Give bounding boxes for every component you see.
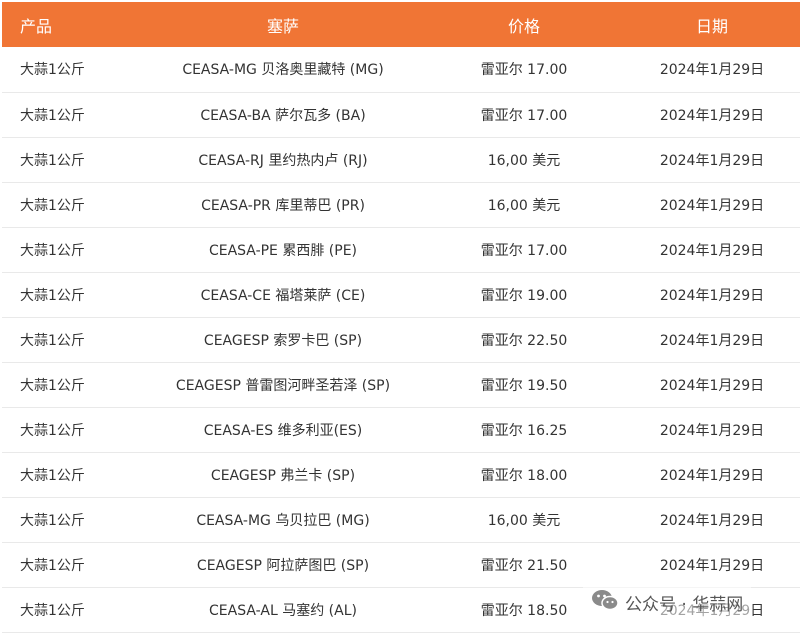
cell-date: 2024年1月29日 — [659, 287, 765, 304]
cell-product: 大蒜1公斤 — [20, 602, 85, 619]
cell-product: 大蒜1公斤 — [20, 422, 85, 439]
cell-price: 雷亚尔 17.00 — [480, 107, 568, 124]
watermark-text: 公众号 · 华蒜网 — [625, 594, 744, 615]
table-header: 产品 塞萨 价格 日期 — [2, 2, 800, 47]
cell-price: 16,00 美元 — [487, 197, 561, 214]
cell-market: CEASA-PE 累西腓 (PE) — [208, 242, 358, 259]
cell-market: CEAGESP 索罗卡巴 (SP) — [203, 332, 363, 349]
wechat-icon — [591, 588, 619, 617]
cell-date: 2024年1月29日 — [659, 467, 765, 484]
table-row: 大蒜1公斤 CEASA-PE 累西腓 (PE) 雷亚尔 17.00 2024年1月29… — [2, 227, 800, 272]
table-body: 大蒜1公斤 CEASA-MG 贝洛奥里藏特 (MG) 雷亚尔 17.00 2024年1… — [2, 47, 800, 632]
cell-product: 大蒜1公斤 — [20, 557, 85, 574]
cell-date: 2024年1月29日 — [659, 62, 765, 79]
table-row: 大蒜1公斤 CEASA-CE 福塔莱萨 (CE) 雷亚尔 19.00 2024年1月2… — [2, 272, 800, 317]
cell-price: 16,00 美元 — [487, 152, 561, 169]
column-header-date: 日期 — [695, 16, 728, 36]
cell-date: 2024年1月29日 — [659, 152, 765, 169]
watermark: 公众号 · 华蒜网 — [583, 584, 752, 620]
cell-date: 2024年1月29日 — [659, 332, 765, 349]
cell-price: 雷亚尔 21.50 — [480, 557, 568, 574]
cell-date: 2024年1月29日 — [659, 197, 765, 214]
cell-market: CEASA-MG 乌贝拉巴 (MG) — [196, 512, 370, 529]
cell-market: CEAGESP 阿拉萨图巴 (SP) — [196, 557, 370, 574]
cell-date: 2024年1月29日 — [659, 422, 765, 439]
cell-market: CEASA-PR 库里蒂巴 (PR) — [201, 197, 365, 214]
cell-market: CEASA-MG 贝洛奥里藏特 (MG) — [182, 62, 384, 79]
cell-price: 雷亚尔 19.50 — [480, 377, 568, 394]
table-row: 大蒜1公斤 CEASA-BA 萨尔瓦多 (BA) 雷亚尔 17.00 2024年1月2… — [2, 92, 800, 137]
cell-price: 16,00 美元 — [487, 512, 561, 529]
cell-price: 雷亚尔 17.00 — [480, 242, 568, 259]
cell-price: 雷亚尔 17.00 — [480, 62, 568, 79]
table-row: 大蒜1公斤 CEAGESP 阿拉萨图巴 (SP) 雷亚尔 21.50 2024年1月2… — [2, 542, 800, 587]
cell-market: CEASA-ES 维多利亚(ES) — [203, 422, 363, 439]
cell-date: 2024年1月29日 — [659, 107, 765, 124]
cell-date: 2024年1月29日 — [659, 512, 765, 529]
cell-date: 2024年1月29日 — [659, 557, 765, 574]
cell-market: CEASA-AL 马塞约 (AL) — [209, 602, 357, 619]
cell-date: 2024年1月29日 — [659, 242, 765, 259]
column-header-price: 价格 — [507, 16, 540, 36]
cell-market: CEASA-BA 萨尔瓦多 (BA) — [200, 107, 366, 124]
cell-price: 雷亚尔 19.00 — [480, 287, 568, 304]
cell-product: 大蒜1公斤 — [20, 242, 85, 259]
table-row: 大蒜1公斤 CEASA-PR 库里蒂巴 (PR) 16,00 美元 2024年1月29… — [2, 182, 800, 227]
table-row: 大蒜1公斤 CEAGESP 索罗卡巴 (SP) 雷亚尔 22.50 2024年1月29… — [2, 317, 800, 362]
cell-product: 大蒜1公斤 — [20, 332, 85, 349]
cell-price: 雷亚尔 22.50 — [480, 332, 568, 349]
cell-product: 大蒜1公斤 — [20, 377, 85, 394]
cell-product: 大蒜1公斤 — [20, 152, 85, 169]
cell-product: 大蒜1公斤 — [20, 107, 85, 124]
cell-product: 大蒜1公斤 — [20, 512, 85, 529]
cell-product: 大蒜1公斤 — [20, 467, 85, 484]
column-header-market: 塞萨 — [266, 16, 299, 36]
cell-price: 雷亚尔 16.25 — [480, 422, 568, 439]
cell-product: 大蒜1公斤 — [20, 62, 85, 79]
cell-price: 雷亚尔 18.00 — [480, 467, 568, 484]
column-header-product: 产品 — [20, 16, 53, 36]
table-row: 大蒜1公斤 CEAGESP 普雷图河畔圣若泽 (SP) 雷亚尔 19.50 2024年… — [2, 362, 800, 407]
table-row: 大蒜1公斤 CEASA-RJ 里约热内卢 (RJ) 16,00 美元 2024年1月2… — [2, 137, 800, 182]
cell-product: 大蒜1公斤 — [20, 287, 85, 304]
cell-market: CEASA-CE 福塔莱萨 (CE) — [200, 287, 366, 304]
price-table: 产品 塞萨 价格 日期 大蒜1公斤 CEASA-MG 贝洛奥里藏特 (MG) 雷亚尔… — [2, 2, 800, 633]
table-row: 大蒜1公斤 CEAGESP 弗兰卡 (SP) 雷亚尔 18.00 2024年1月29日 — [2, 452, 800, 497]
table-row: 大蒜1公斤 CEASA-ES 维多利亚(ES) 雷亚尔 16.25 2024年1月29… — [2, 407, 800, 452]
table-header-row: 产品 塞萨 价格 日期 — [2, 2, 800, 47]
cell-date: 2024年1月29日 — [659, 377, 765, 394]
cell-market: CEASA-RJ 里约热内卢 (RJ) — [198, 152, 368, 169]
cell-market: CEAGESP 弗兰卡 (SP) — [210, 467, 356, 484]
table-row: 大蒜1公斤 CEASA-MG 贝洛奥里藏特 (MG) 雷亚尔 17.00 2024年1… — [2, 47, 800, 92]
table-row: 大蒜1公斤 CEASA-MG 乌贝拉巴 (MG) 16,00 美元 2024年1月29… — [2, 497, 800, 542]
cell-product: 大蒜1公斤 — [20, 197, 85, 214]
cell-market: CEAGESP 普雷图河畔圣若泽 (SP) — [175, 377, 391, 394]
